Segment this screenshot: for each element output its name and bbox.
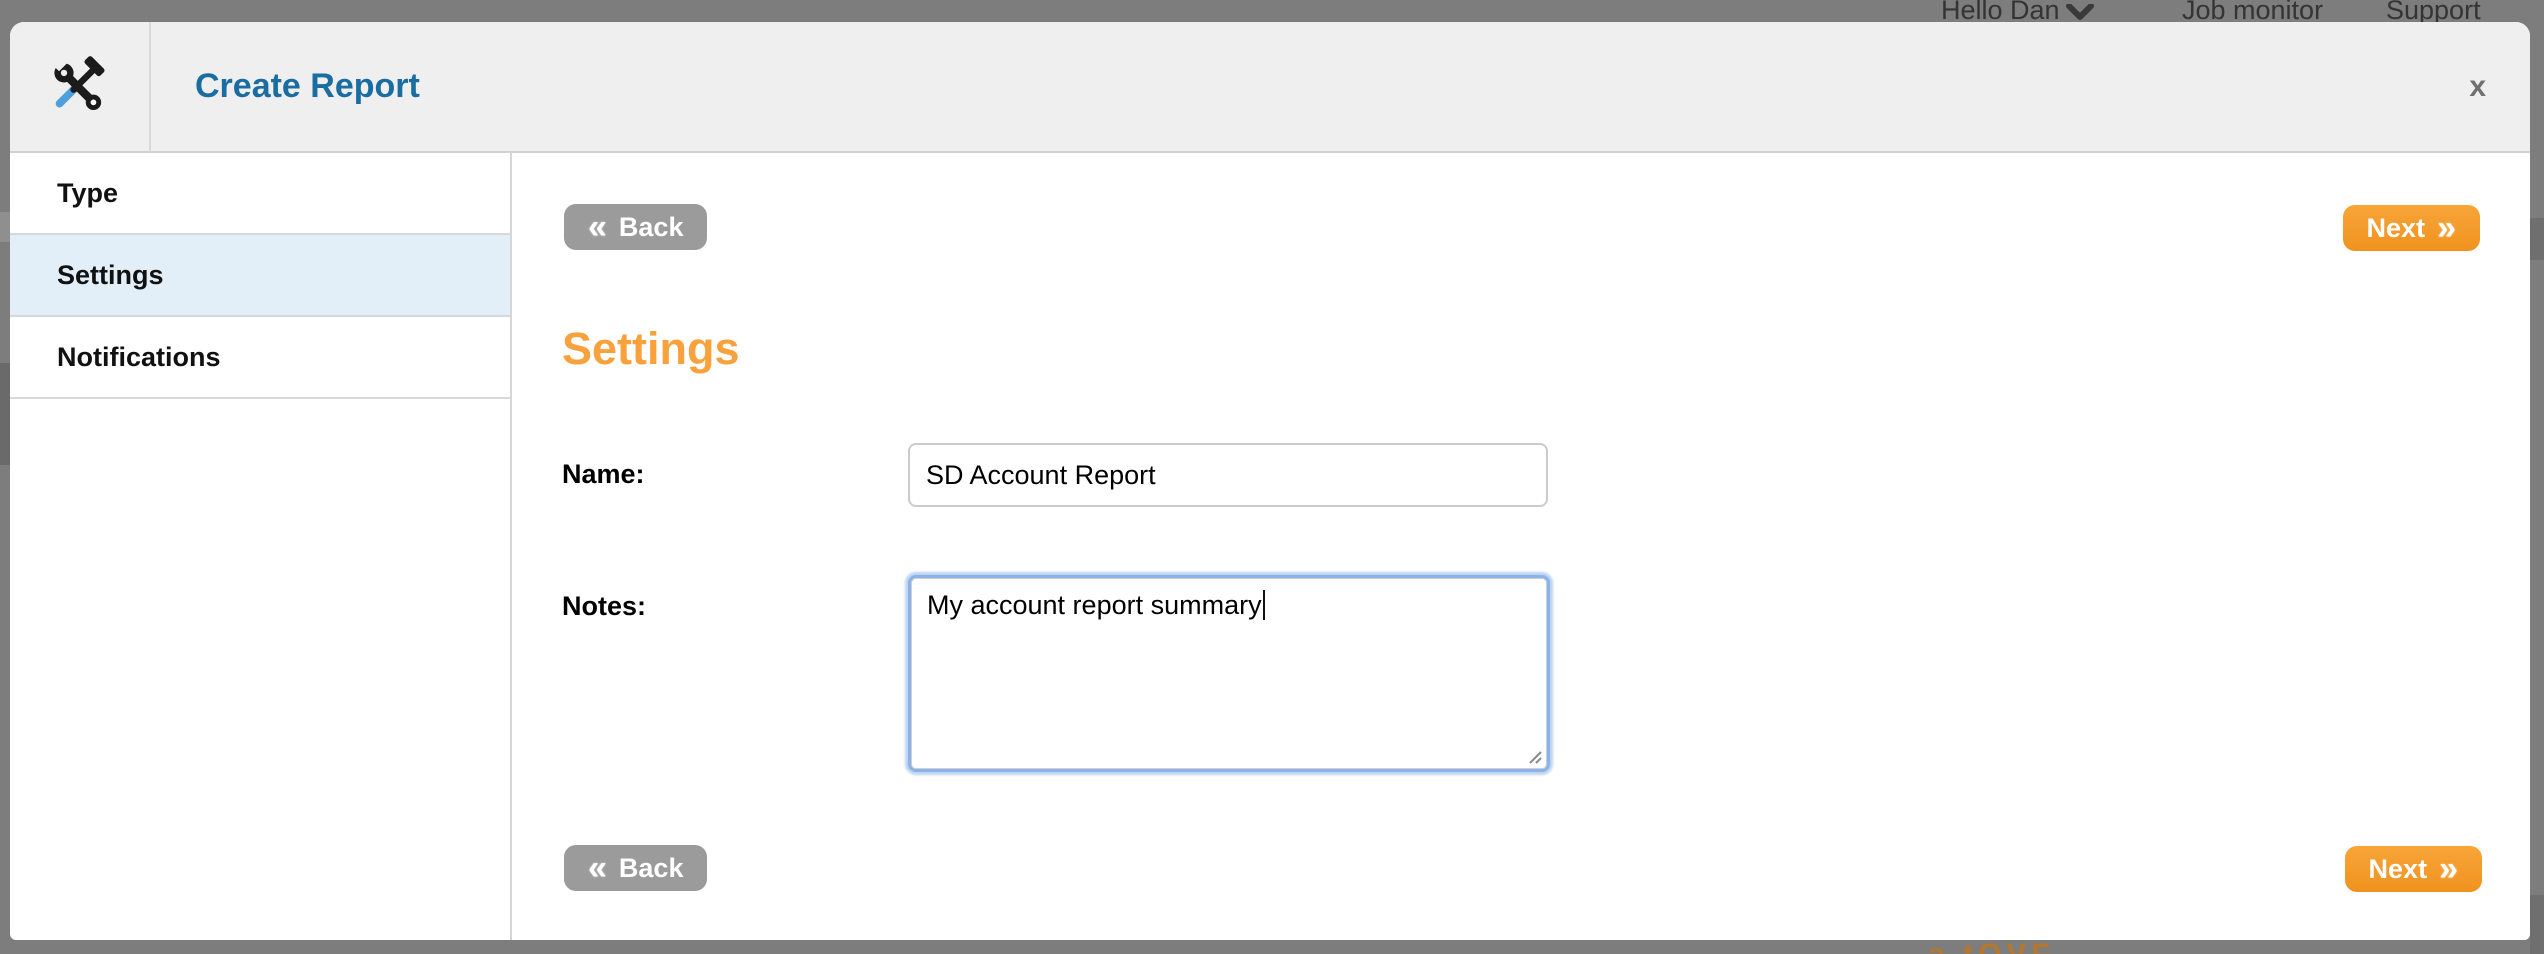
page-title: Settings	[562, 323, 740, 375]
overlay-artifact	[2530, 218, 2544, 260]
close-icon[interactable]: x	[2469, 72, 2486, 102]
create-report-dialog: Create Report x Type Settings Notificati…	[10, 22, 2530, 940]
screen: Hello Dan Job monitor Support a tOVF	[0, 0, 2544, 954]
notes-text: My account report summary	[927, 590, 1262, 620]
sidebar-item-notifications[interactable]: Notifications	[10, 317, 510, 399]
name-label: Name:	[562, 459, 645, 490]
resize-handle-icon[interactable]	[1527, 749, 1543, 765]
double-chevron-left-icon: «	[588, 848, 607, 888]
background-text-peek: a tOVF	[1928, 938, 2055, 954]
double-chevron-right-icon: »	[2437, 208, 2456, 248]
tools-icon	[48, 55, 112, 119]
back-button-top[interactable]: « Back	[564, 204, 707, 250]
back-button-label: Back	[619, 853, 684, 884]
dialog-title: Create Report	[151, 67, 420, 106]
back-button-label: Back	[619, 212, 684, 243]
overlay-artifact	[0, 363, 10, 465]
dialog-icon-box	[10, 22, 151, 151]
double-chevron-right-icon: »	[2439, 849, 2458, 889]
sidebar-item-settings[interactable]: Settings	[10, 235, 510, 317]
notes-label: Notes:	[562, 591, 646, 622]
overlay-artifact	[0, 212, 10, 242]
dialog-header: Create Report x	[10, 22, 2530, 153]
settings-step-panel: « Back Next » Settings Name: Notes: My a…	[512, 153, 2530, 940]
dialog-body: Type Settings Notifications « Back Next …	[10, 153, 2530, 940]
next-button-label: Next	[2369, 854, 2428, 885]
sidebar-item-label: Type	[57, 178, 118, 209]
sidebar-item-label: Notifications	[57, 342, 221, 373]
chevron-down-icon[interactable]	[2066, 4, 2094, 21]
sidebar-item-type[interactable]: Type	[10, 153, 510, 235]
sidebar-item-label: Settings	[57, 260, 164, 291]
next-button-label: Next	[2367, 213, 2426, 244]
next-button-top[interactable]: Next »	[2343, 205, 2480, 251]
name-input[interactable]	[908, 443, 1548, 507]
notes-textarea[interactable]: My account report summary	[908, 575, 1550, 772]
text-caret	[1263, 590, 1265, 620]
wizard-steps-sidebar: Type Settings Notifications	[10, 153, 512, 940]
back-button-bottom[interactable]: « Back	[564, 845, 707, 891]
overlay-artifact	[2530, 895, 2544, 954]
next-button-bottom[interactable]: Next »	[2345, 846, 2482, 892]
double-chevron-left-icon: «	[588, 207, 607, 247]
